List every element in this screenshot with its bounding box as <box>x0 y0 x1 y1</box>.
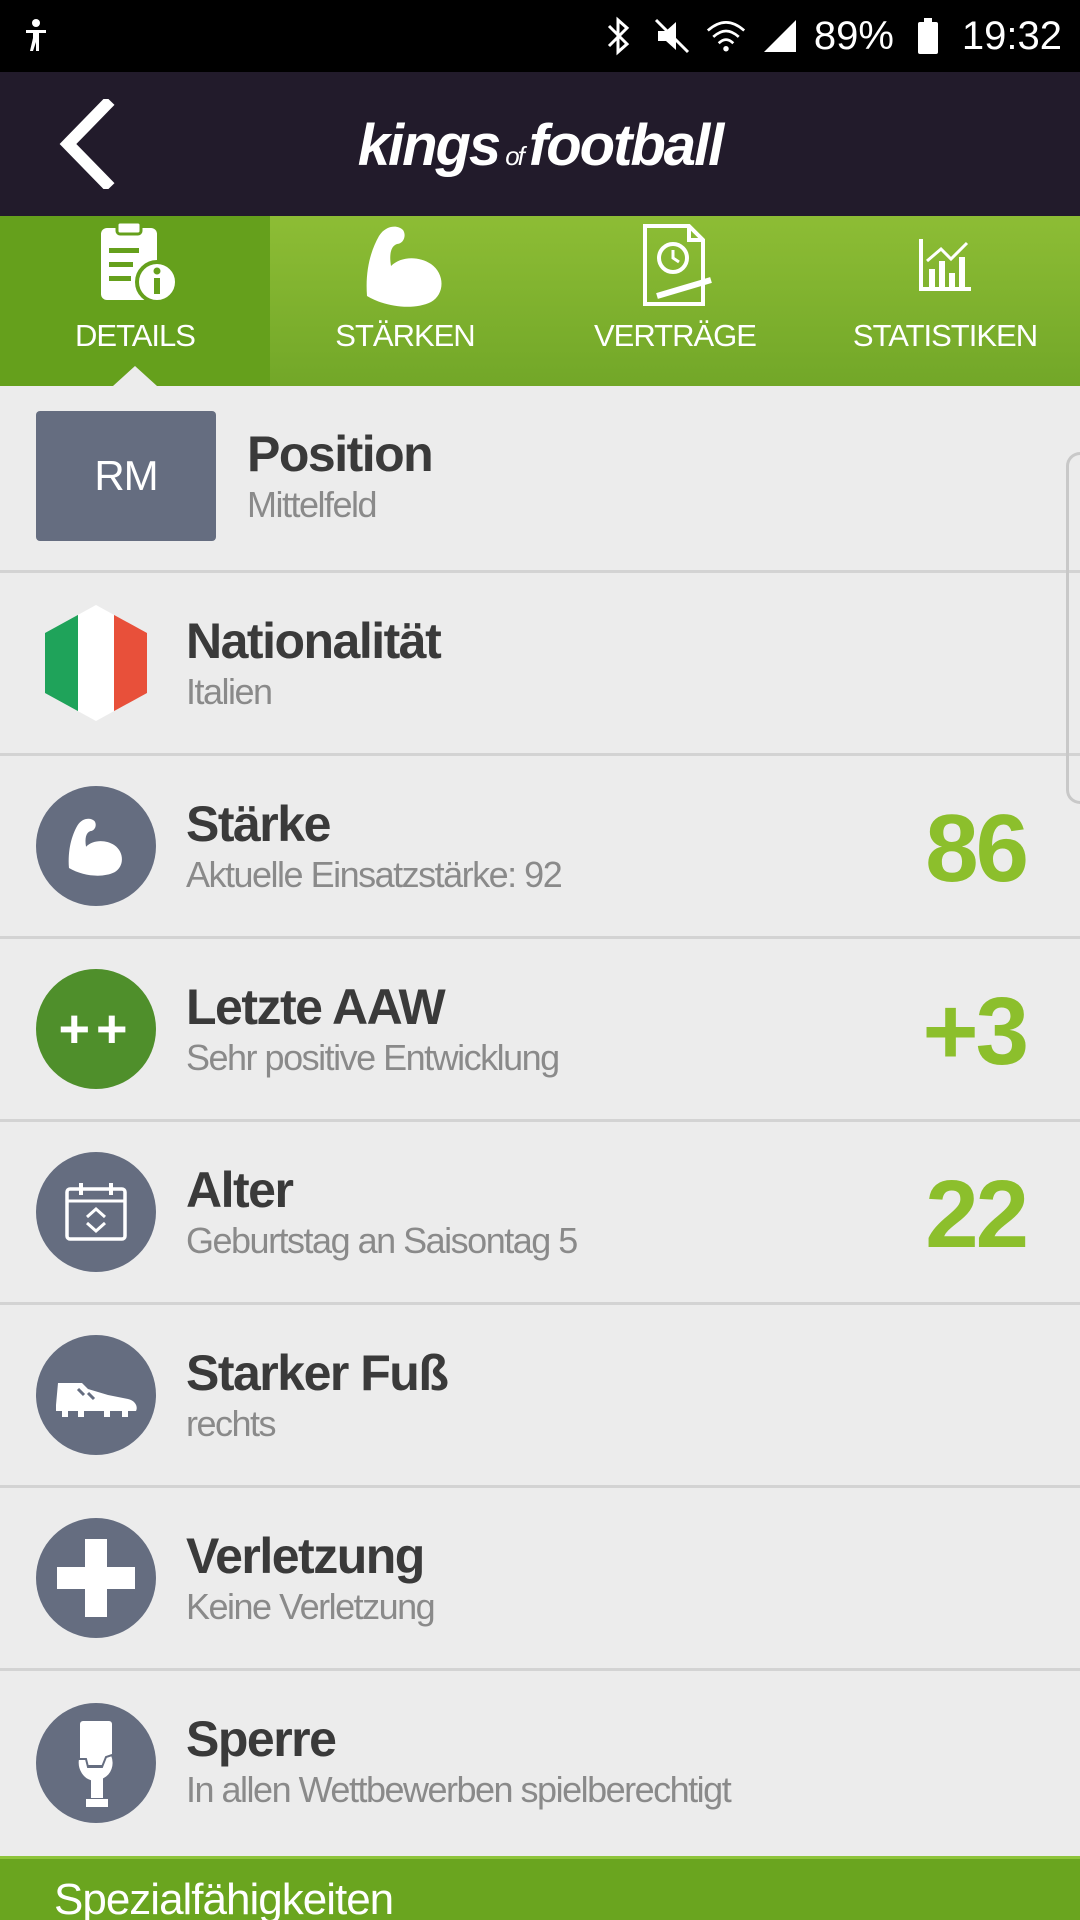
row-subtitle: rechts <box>186 1403 277 1444</box>
row-age: Alter Geburtstag an Saisontag 5 22 <box>0 1122 1080 1305</box>
wifi-icon <box>706 16 746 56</box>
row-last-aaw: ++ Letzte AAW Sehr positive Entwicklung … <box>0 939 1080 1122</box>
row-title: Nationalität <box>186 613 442 669</box>
mute-icon <box>652 16 692 56</box>
strength-value: 86 <box>925 795 1029 902</box>
row-subtitle: Italien <box>186 671 273 712</box>
aaw-value: +3 <box>922 978 1029 1085</box>
biceps-icon <box>36 786 156 906</box>
row-title: Letzte AAW <box>186 979 446 1035</box>
row-strong-foot: Starker Fuß rechts <box>0 1305 1080 1488</box>
tab-details-label: DETAILS <box>75 318 196 353</box>
battery-percent: 89% <box>813 13 894 58</box>
row-subtitle: Aktuelle Einsatzstärke: 92 <box>186 854 563 895</box>
row-subtitle: Sehr positive Entwicklung <box>186 1037 560 1078</box>
tab-staerken[interactable]: STÄRKEN <box>270 216 540 386</box>
referee-card-icon <box>36 1702 156 1823</box>
details-list: RM Position Mittelfeld Nationalität Ital… <box>0 386 1080 1854</box>
status-bar: 89% 19:32 <box>0 0 1080 72</box>
row-title: Verletzung <box>186 1528 425 1584</box>
medical-cross-icon <box>36 1518 156 1638</box>
row-injury: Verletzung Keine Verletzung <box>0 1488 1080 1671</box>
tab-staerken-label: STÄRKEN <box>335 318 475 353</box>
app-header: kings of football <box>0 72 1080 216</box>
app-screen: 89% 19:32 kings of football DETAILS STÄRKE <box>0 0 1080 1920</box>
section-title: Spezialfähigkeiten <box>54 1875 394 1920</box>
row-title: Position <box>247 426 434 482</box>
clipboard-info-icon <box>85 220 185 310</box>
clock: 19:32 <box>961 13 1062 58</box>
row-title: Sperre <box>186 1711 337 1767</box>
contract-icon <box>625 220 725 310</box>
tab-statistiken[interactable]: STATISTIKEN <box>810 216 1080 386</box>
row-suspension: Sperre In allen Wettbewerben spielberech… <box>0 1671 1080 1854</box>
signal-icon <box>760 16 800 56</box>
accessibility-icon <box>18 18 54 54</box>
tab-details[interactable]: DETAILS <box>0 216 270 386</box>
bar-chart-icon <box>895 220 995 310</box>
row-subtitle: Keine Verletzung <box>186 1586 436 1627</box>
plus-plus-icon: ++ <box>36 969 156 1089</box>
row-subtitle: Mittelfeld <box>247 484 378 525</box>
biceps-icon <box>355 220 455 310</box>
row-strength: Stärke Aktuelle Einsatzstärke: 92 86 <box>0 756 1080 939</box>
tab-vertraege[interactable]: VERTRÄGE <box>540 216 810 386</box>
row-subtitle: Geburtstag an Saisontag 5 <box>186 1220 578 1261</box>
bluetooth-icon <box>598 16 638 56</box>
age-value: 22 <box>925 1161 1029 1268</box>
tab-statistiken-label: STATISTIKEN <box>852 318 1038 353</box>
tab-vertraege-label: VERTRÄGE <box>594 318 757 353</box>
app-logo: kings of football <box>357 113 725 178</box>
row-nationality: Nationalität Italien <box>0 573 1080 756</box>
football-boot-icon <box>36 1335 156 1455</box>
italy-flag-icon <box>36 603 156 723</box>
row-position: RM Position Mittelfeld <box>0 386 1080 573</box>
calendar-icon <box>36 1152 156 1272</box>
special-abilities-section[interactable]: Spezialfähigkeiten <box>0 1856 1080 1920</box>
row-title: Stärke <box>186 796 331 852</box>
row-title: Alter <box>186 1162 294 1218</box>
tab-bar: DETAILS STÄRKEN VERTRÄGE STATISTIKEN <box>0 216 1080 386</box>
scroll-handle[interactable] <box>1066 452 1080 804</box>
position-badge: RM <box>36 411 216 541</box>
row-title: Starker Fuß <box>186 1345 449 1401</box>
row-subtitle: In allen Wettbewerben spielberechtigt <box>186 1769 732 1810</box>
battery-icon <box>908 16 948 56</box>
